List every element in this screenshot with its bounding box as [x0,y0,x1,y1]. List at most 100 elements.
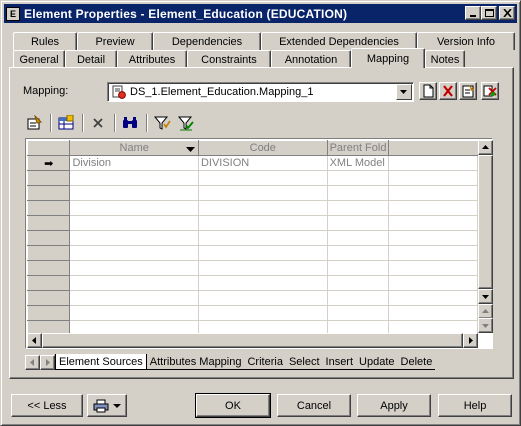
subtab-scroll-right-button[interactable] [40,354,55,370]
row-marker[interactable] [27,245,71,261]
cell-code[interactable] [197,305,328,321]
cell-name[interactable] [69,260,199,276]
horizontal-scrollbar[interactable] [27,333,478,348]
cell-name[interactable] [69,170,199,186]
cell-name[interactable] [69,200,199,216]
scroll-right-button[interactable] [463,333,478,348]
scroll-down-button[interactable] [478,289,493,304]
properties-tool-button[interactable] [23,113,45,133]
cell-parent[interactable] [326,185,390,201]
cell-parent[interactable] [326,215,390,231]
cell-name[interactable] [69,230,199,246]
table-row[interactable] [27,245,478,261]
cell-name[interactable] [69,320,199,333]
cell-parent[interactable] [326,245,390,261]
tab-mapping[interactable]: Mapping [351,48,425,68]
cell-code[interactable] [197,200,328,216]
sources-grid[interactable]: Name Code Parent Fold ➡ Division DIVISIO… [25,138,493,349]
ok-button[interactable]: OK [195,393,271,418]
table-row[interactable] [27,320,478,333]
horizontal-scroll-thumb[interactable] [42,333,463,348]
delete-mapping-button[interactable] [439,82,457,100]
tab-dependencies[interactable]: Dependencies [153,32,261,50]
clear-filter-button[interactable] [175,113,197,133]
subtab-update[interactable]: Update [356,354,398,370]
subtab-scroll-left-button[interactable] [25,354,40,370]
cell-parent[interactable] [326,170,390,186]
cell-code[interactable] [197,185,328,201]
tab-constraints[interactable]: Constraints [187,50,271,68]
cell-name[interactable] [69,305,199,321]
cancel-button[interactable]: Cancel [277,394,351,417]
table-row[interactable] [27,260,478,276]
find-button[interactable] [119,113,141,133]
less-button[interactable]: << Less [11,394,83,417]
row-marker[interactable] [27,290,71,306]
row-marker[interactable] [27,305,71,321]
minimize-button[interactable] [465,6,481,20]
filter-button[interactable] [151,113,173,133]
cell-parent[interactable] [326,275,390,291]
cell-name[interactable] [69,290,199,306]
cell-code[interactable] [197,290,328,306]
cell-code[interactable] [197,215,328,231]
maximize-button[interactable] [481,6,497,20]
apply-button[interactable]: Apply [357,394,431,417]
subtab-criteria[interactable]: Criteria [244,354,286,370]
row-marker[interactable] [27,275,71,291]
tab-annotation[interactable]: Annotation [271,50,351,68]
cell-code[interactable] [197,245,328,261]
tab-notes[interactable]: Notes [425,50,465,68]
mapping-tools-button[interactable] [481,82,499,100]
cell-code[interactable] [197,260,328,276]
help-button[interactable]: Help [438,394,512,417]
table-row[interactable]: ➡ Division DIVISION XML Model [27,155,478,171]
row-marker[interactable] [27,215,71,231]
scroll-up-button[interactable] [478,140,493,155]
subtab-select[interactable]: Select [285,354,323,370]
cell-code[interactable] [197,320,328,333]
cell-name[interactable] [69,185,199,201]
cell-parent[interactable] [326,320,390,333]
add-sources-button[interactable] [55,113,77,133]
vertical-scroll-thumb[interactable] [478,155,493,289]
cell-name[interactable] [69,215,199,231]
table-row[interactable] [27,305,478,321]
cell-name[interactable] [69,245,199,261]
table-row[interactable] [27,230,478,246]
cell-parent[interactable] [326,305,390,321]
cell-parent[interactable] [326,290,390,306]
cell-parent[interactable] [326,260,390,276]
title-bar[interactable]: E Element Properties - Element_Education… [4,4,517,23]
tab-version-info[interactable]: Version Info [417,32,515,50]
table-row[interactable] [27,290,478,306]
tab-preview[interactable]: Preview [77,32,153,50]
new-mapping-button[interactable] [419,82,437,100]
cell-name[interactable]: Division [69,155,199,171]
tab-rules[interactable]: Rules [13,32,77,50]
cell-parent[interactable]: XML Model [326,155,390,171]
table-row[interactable] [27,170,478,186]
print-menu-button[interactable] [87,394,127,417]
column-header-parent[interactable]: Parent Fold [326,140,390,156]
scroll-down-disabled-button[interactable] [478,318,493,333]
table-row[interactable] [27,215,478,231]
row-marker[interactable] [27,185,71,201]
cell-code[interactable] [197,275,328,291]
row-marker[interactable]: ➡ [27,155,71,171]
subtab-attributes-mapping[interactable]: Attributes Mapping [146,354,245,370]
cell-parent[interactable] [326,230,390,246]
table-row[interactable] [27,275,478,291]
column-header-code[interactable]: Code [197,140,328,156]
tab-general[interactable]: General [13,50,65,68]
delete-row-button[interactable] [87,113,109,133]
scroll-up-disabled-button[interactable] [478,304,493,319]
scroll-left-button[interactable] [27,333,42,348]
column-header-name[interactable]: Name [69,140,199,156]
cell-code[interactable] [197,230,328,246]
subtab-insert[interactable]: Insert [322,354,357,370]
cell-name[interactable] [69,275,199,291]
cell-code[interactable]: DIVISION [197,155,328,171]
cell-code[interactable] [197,170,328,186]
table-row[interactable] [27,200,478,216]
